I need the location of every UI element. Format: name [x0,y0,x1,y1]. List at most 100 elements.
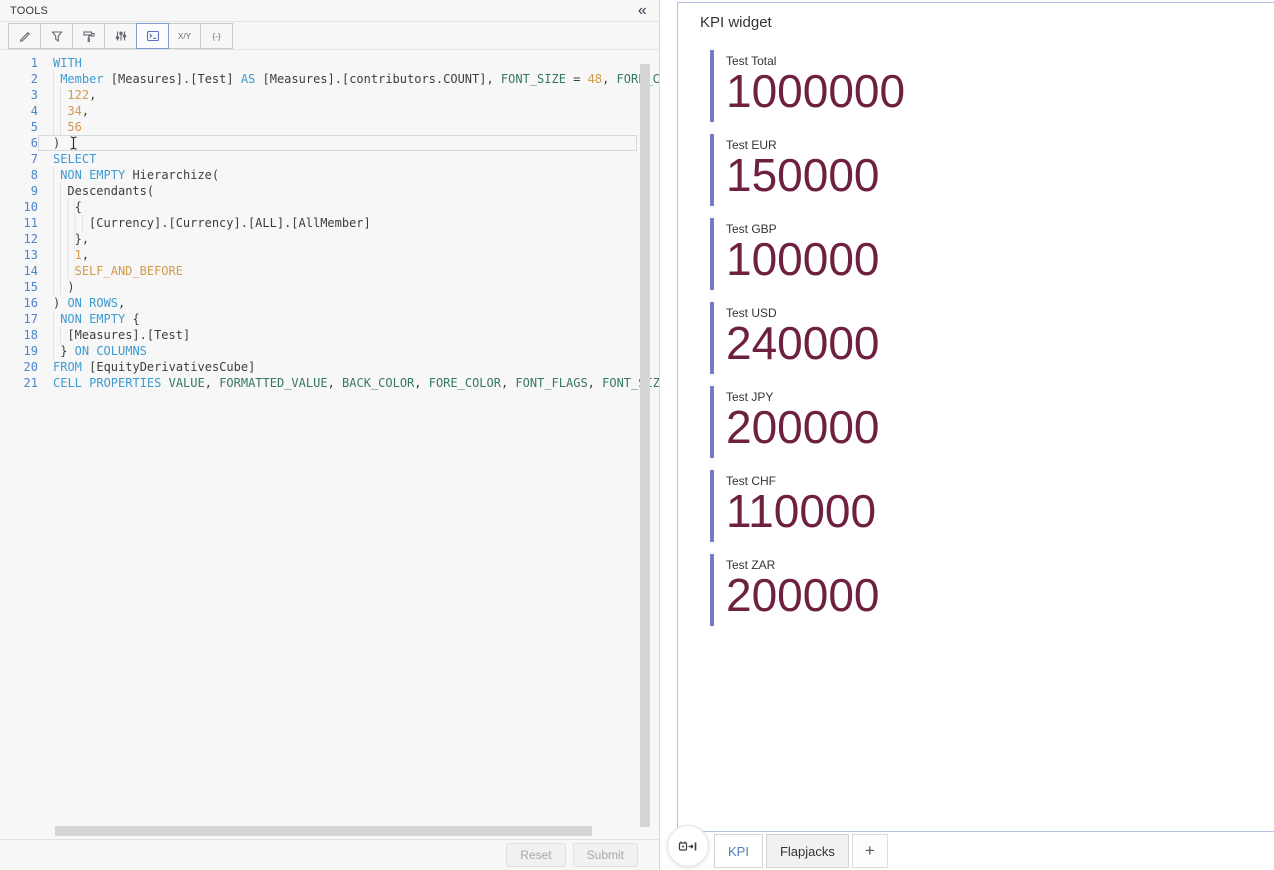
line-number: 5 [0,119,38,135]
reset-button[interactable]: Reset [506,843,565,867]
line-number: 14 [0,263,38,279]
kpi-item: Test ZAR200000 [710,552,1274,636]
line-number: 19 [0,343,38,359]
indent-guide [53,103,67,119]
code-line-18[interactable]: 18[Measures].[Test] [0,327,659,343]
indent-guide [53,231,75,247]
code-line-10[interactable]: 10{ [0,199,659,215]
submit-button[interactable]: Submit [573,843,638,867]
edit-icon [18,29,32,43]
indent-guide [53,183,67,199]
code-line-text: WITH [38,55,637,71]
code-line-2[interactable]: 2Member [Measures].[Test] AS [Measures].… [0,71,659,87]
kpi-item: Test USD240000 [710,300,1274,384]
indent-guide [53,71,60,87]
indent-guide [53,215,89,231]
kpi-content: Test CHF110000 [714,468,876,552]
text-cursor-icon [69,136,78,150]
code-editor[interactable]: 1WITH2Member [Measures].[Test] AS [Measu… [0,50,659,839]
code-line-8[interactable]: 8NON EMPTY Hierarchize( [0,167,659,183]
code-line-9[interactable]: 9Descendants( [0,183,659,199]
tool-tab-console[interactable] [136,23,169,49]
code-line-text: }, [38,231,637,247]
kpi-content: Test GBP100000 [714,216,880,300]
code-line-3[interactable]: 3122, [0,87,659,103]
code-line-15[interactable]: 15) [0,279,659,295]
app-window: TOOLS « X/Y{-} 1WITH2Member [Measures].[… [0,0,1274,870]
tab-flapjacks[interactable]: Flapjacks [766,834,849,868]
console-icon [146,29,160,43]
code-line-1[interactable]: 1WITH [0,55,659,71]
tools-panel: TOOLS « X/Y{-} 1WITH2Member [Measures].[… [0,0,660,870]
line-number: 13 [0,247,38,263]
editor-footer: Reset Submit [0,839,659,870]
tool-tab-paint-roller[interactable] [72,23,105,49]
code-line-text: } ON COLUMNS [38,343,637,359]
code-line-19[interactable]: 19} ON COLUMNS [0,343,659,359]
kpi-list: Test Total1000000Test EUR150000Test GBP1… [710,48,1274,636]
kpi-value: 240000 [726,320,880,368]
line-number: 18 [0,327,38,343]
line-number: 16 [0,295,38,311]
tool-tab-sliders[interactable] [104,23,137,49]
code-line-17[interactable]: 17NON EMPTY { [0,311,659,327]
tool-tab-filter[interactable] [40,23,73,49]
indent-guide [53,343,60,359]
code-line-5[interactable]: 556 [0,119,659,135]
widget-tabbar: KPIFlapjacks+ [660,832,1274,870]
code-line-11[interactable]: 11[Currency].[Currency].[ALL].[AllMember… [0,215,659,231]
filter-icon [50,29,64,43]
kpi-content: Test JPY200000 [714,384,880,468]
tab-kpi[interactable]: KPI [714,834,763,868]
tool-tab-xy[interactable]: X/Y [168,23,201,49]
sliders-icon [114,29,128,43]
line-number: 3 [0,87,38,103]
code-line-text: FROM [EquityDerivativesCube] [38,359,637,375]
vertical-scrollbar[interactable] [640,64,650,827]
widget-settings-button[interactable] [667,825,709,867]
kpi-content: Test Total1000000 [714,48,905,132]
kpi-content: Test ZAR200000 [714,552,880,636]
line-number: 10 [0,199,38,215]
kpi-content: Test EUR150000 [714,132,880,216]
code-line-text: CELL PROPERTIES VALUE, FORMATTED_VALUE, … [38,375,659,391]
code-line-text: NON EMPTY Hierarchize( [38,167,637,183]
kpi-value: 1000000 [726,68,905,116]
code-line-12[interactable]: 12}, [0,231,659,247]
add-tab-button[interactable]: + [852,834,888,868]
code-line-4[interactable]: 434, [0,103,659,119]
widget-panel: KPI widget Test Total1000000Test EUR1500… [660,0,1274,870]
kpi-item: Test CHF110000 [710,468,1274,552]
code-line-text: SELECT [38,151,637,167]
indent-guide [53,279,67,295]
indent-guide [53,263,75,279]
collapse-panel-icon[interactable]: « [636,3,649,19]
code-line-text: 1, [38,247,637,263]
code-line-6[interactable]: 6) [0,135,659,151]
kpi-value: 150000 [726,152,880,200]
indent-guide [53,247,75,263]
code-line-14[interactable]: 14SELF_AND_BEFORE [0,263,659,279]
line-number: 17 [0,311,38,327]
tool-tab-braces[interactable]: {-} [200,23,233,49]
code-line-13[interactable]: 131, [0,247,659,263]
code-line-text: Descendants( [38,183,637,199]
code-line-21[interactable]: 21CELL PROPERTIES VALUE, FORMATTED_VALUE… [0,375,659,391]
code-line-20[interactable]: 20FROM [EquityDerivativesCube] [0,359,659,375]
code-line-text: ) [38,135,637,151]
code-line-7[interactable]: 7SELECT [0,151,659,167]
line-number: 11 [0,215,38,231]
paint-roller-icon [82,29,96,43]
line-number: 2 [0,71,38,87]
indent-guide [53,87,67,103]
code-line-16[interactable]: 16) ON ROWS, [0,295,659,311]
tool-tab-edit[interactable] [8,23,41,49]
braces-icon: {-} [212,32,220,41]
kpi-item: Test Total1000000 [710,48,1274,132]
code-line-text: 56 [38,119,637,135]
line-number: 7 [0,151,38,167]
horizontal-scrollbar[interactable] [55,826,592,836]
line-number: 9 [0,183,38,199]
code-line-text: ) [38,279,637,295]
code-line-text: Member [Measures].[Test] AS [Measures].[… [38,71,659,87]
